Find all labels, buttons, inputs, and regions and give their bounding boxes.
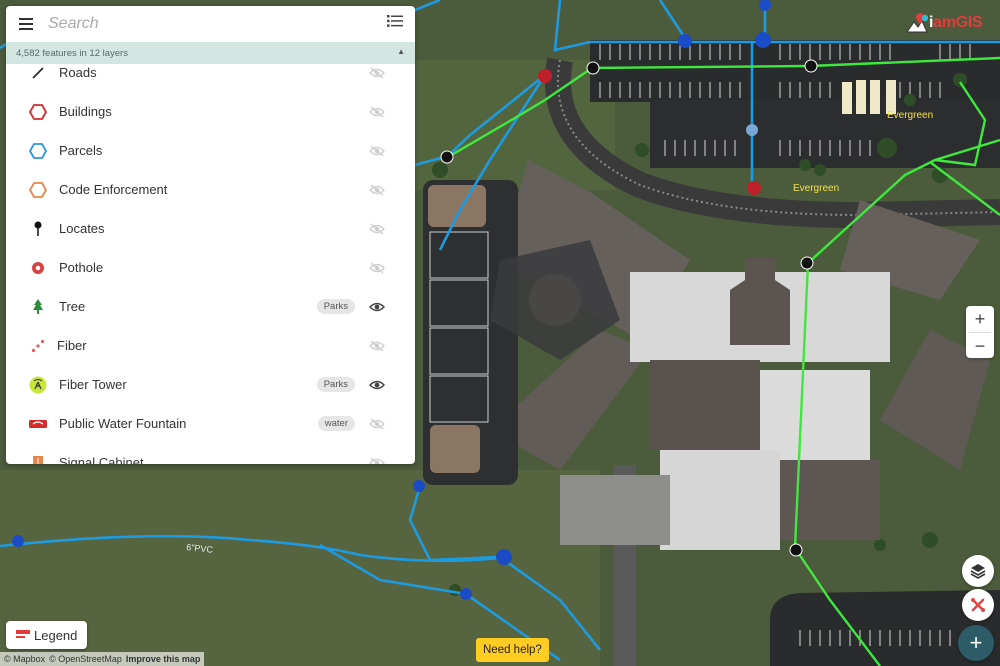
eye-off-icon[interactable] xyxy=(369,184,385,196)
road-line-icon xyxy=(28,63,48,83)
pothole-icon xyxy=(28,258,48,278)
layer-tag: Parks xyxy=(316,299,355,314)
app-logo: iamGIS xyxy=(906,12,983,34)
logo-pin-icon xyxy=(906,13,928,33)
zoom-out-button[interactable]: − xyxy=(966,333,994,359)
map-attribution: © Mapbox © OpenStreetMap Improve this ma… xyxy=(0,652,205,666)
list-icon xyxy=(387,15,403,27)
layer-row-buildings[interactable]: Buildings xyxy=(6,92,415,131)
tower-icon xyxy=(28,375,48,395)
zoom-in-button[interactable]: + xyxy=(966,306,994,332)
layer-label: Fiber xyxy=(57,338,87,353)
fountain-icon xyxy=(28,414,48,434)
basemap-layers-button[interactable] xyxy=(962,555,994,587)
layers-icon xyxy=(970,564,986,579)
layer-label: Buildings xyxy=(59,104,112,119)
search-input[interactable] xyxy=(46,14,350,34)
layer-row-public-water-fountain[interactable]: Public Water Fountain water xyxy=(6,404,415,443)
hexagon-outline-icon xyxy=(28,180,48,200)
layer-tag: water xyxy=(317,416,355,431)
parking-lot-north-2 xyxy=(650,100,1000,168)
menu-button[interactable] xyxy=(6,6,46,42)
cabinet-icon xyxy=(28,453,48,464)
layer-label: Roads xyxy=(59,65,97,80)
layer-row-signal-cabinet[interactable]: Signal Cabinet xyxy=(6,443,415,464)
tools-icon xyxy=(971,598,985,612)
legend-label: Legend xyxy=(34,627,78,643)
grass-patch xyxy=(0,470,600,666)
legend-button[interactable]: Legend xyxy=(6,621,88,649)
eye-icon[interactable] xyxy=(369,379,385,391)
hamburger-icon xyxy=(19,18,33,30)
attribution-osm[interactable]: © OpenStreetMap xyxy=(49,654,122,664)
eye-off-icon[interactable] xyxy=(369,106,385,118)
layer-label: Signal Cabinet xyxy=(59,455,144,464)
eye-off-icon[interactable] xyxy=(369,418,385,430)
layer-row-fiber[interactable]: Fiber xyxy=(6,326,415,365)
layer-label: Parcels xyxy=(59,143,103,158)
improve-map-link[interactable]: Improve this map xyxy=(126,654,201,664)
pin-icon xyxy=(28,219,48,239)
map-label-evergreen: Evergreen xyxy=(887,110,933,121)
layer-row-pothole[interactable]: Pothole xyxy=(6,248,415,287)
help-button[interactable]: Need help? xyxy=(476,638,549,662)
playground xyxy=(430,425,480,473)
feature-count: 4,582 features in 12 layers xyxy=(16,47,128,59)
layer-row-roads[interactable]: Roads xyxy=(6,58,415,92)
eye-off-icon[interactable] xyxy=(369,67,385,79)
layer-label: Fiber Tower xyxy=(59,377,127,392)
parking-lot-north xyxy=(590,40,1000,102)
layer-label: Locates xyxy=(59,221,105,236)
layer-tag: Parks xyxy=(316,377,355,392)
eye-off-icon[interactable] xyxy=(369,340,385,352)
search-bar xyxy=(6,6,415,42)
help-label: Need help? xyxy=(483,644,542,656)
legend-icon xyxy=(16,630,30,638)
attribution-mapbox[interactable]: © Mapbox xyxy=(4,654,45,664)
hexagon-outline-icon xyxy=(28,141,48,161)
caret-up-icon[interactable]: ▲ xyxy=(397,47,405,56)
plus-icon: + xyxy=(969,630,983,655)
layer-label: Public Water Fountain xyxy=(59,416,187,431)
logo-text: iamGIS xyxy=(929,14,983,31)
dashed-line-icon xyxy=(28,336,48,356)
layer-label: Tree xyxy=(59,299,86,314)
eye-icon[interactable] xyxy=(369,301,385,313)
eye-off-icon[interactable] xyxy=(369,145,385,157)
eye-off-icon[interactable] xyxy=(369,457,385,465)
tree-icon xyxy=(28,297,48,317)
layer-row-code-enforcement[interactable]: Code Enforcement xyxy=(6,170,415,209)
layer-list: Roads Buildings Parcels Code Enforcement xyxy=(6,58,415,464)
playground xyxy=(428,185,486,227)
add-button[interactable]: + xyxy=(958,625,994,661)
layer-row-locates[interactable]: Locates xyxy=(6,209,415,248)
layer-panel: 4,582 features in 12 layers ▲ Roads Buil… xyxy=(6,6,415,464)
south-plaza xyxy=(560,475,670,545)
zoom-control: + − xyxy=(966,306,994,358)
eye-off-icon[interactable] xyxy=(369,262,385,274)
map-label-evergreen: Evergreen xyxy=(793,183,839,194)
layer-row-fiber-tower[interactable]: Fiber Tower Parks xyxy=(6,365,415,404)
hexagon-outline-icon xyxy=(28,102,48,122)
eye-off-icon[interactable] xyxy=(369,223,385,235)
list-view-button[interactable] xyxy=(387,14,407,34)
layer-row-parcels[interactable]: Parcels xyxy=(6,131,415,170)
layer-row-tree[interactable]: Tree Parks xyxy=(6,287,415,326)
tools-button[interactable] xyxy=(962,589,994,621)
layer-label: Code Enforcement xyxy=(59,182,168,197)
layer-label: Pothole xyxy=(59,260,104,275)
